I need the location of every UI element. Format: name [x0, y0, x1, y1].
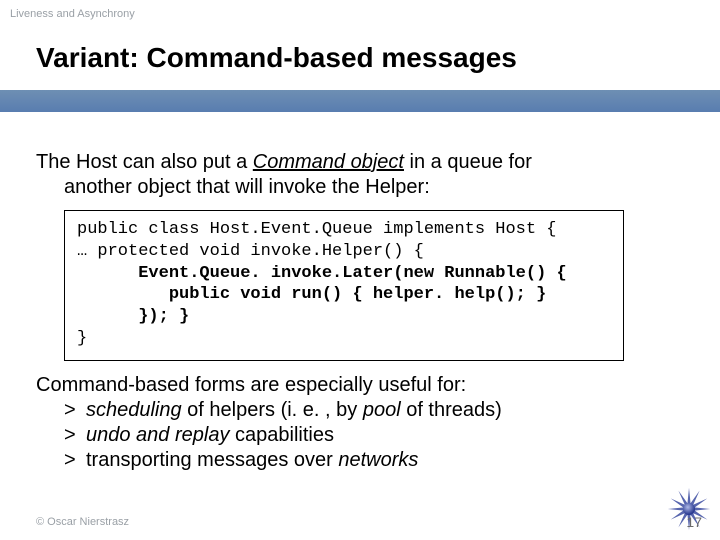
intro-text-pre: The Host can also put a [36, 151, 253, 173]
bullet-text: transporting messages over networks [86, 448, 418, 473]
intro-text-post: in a queue for [404, 151, 532, 173]
code-line-4: public void run() { helper. help(); } [77, 285, 546, 304]
bullet-marker: > [64, 398, 86, 423]
code-line-6: } [77, 329, 87, 348]
bullet-item: > transporting messages over networks [64, 448, 684, 473]
code-line-5: }); } [77, 307, 189, 326]
bullet-mid: transporting messages over [86, 449, 338, 471]
bullet-item: > scheduling of helpers (i. e. , by pool… [64, 398, 684, 423]
outro-text: Command-based forms are especially usefu… [36, 373, 684, 398]
bullet-text: undo and replay capabilities [86, 423, 334, 448]
bullet-marker: > [64, 448, 86, 473]
title-underline-band [0, 90, 720, 112]
bullet-italic: networks [338, 449, 418, 471]
bullet-marker: > [64, 423, 86, 448]
code-block: public class Host.Event.Queue implements… [64, 210, 624, 361]
page-number: 17 [686, 514, 702, 530]
code-line-3: Event.Queue. invoke.Later(new Runnable()… [77, 264, 567, 283]
code-line-2: … protected void invoke.Helper() { [77, 242, 424, 261]
bullet-post: of threads) [401, 399, 502, 421]
bullet-mid: of helpers (i. e. , by [182, 399, 363, 421]
slide-title: Variant: Command-based messages [36, 42, 517, 74]
bullet-italic: undo and replay [86, 424, 229, 446]
bullet-text: scheduling of helpers (i. e. , by pool o… [86, 398, 502, 423]
slide-topic: Liveness and Asynchrony [10, 8, 135, 20]
intro-text-line2: another object that will invoke the Help… [64, 175, 684, 200]
slide-body: The Host can also put a Command object i… [36, 150, 684, 473]
bullet-mid: capabilities [229, 424, 334, 446]
slide: Liveness and Asynchrony Variant: Command… [0, 0, 720, 540]
intro-paragraph: The Host can also put a Command object i… [36, 150, 684, 200]
bullet-italic-2: pool [363, 399, 401, 421]
footer-copyright: © Oscar Nierstrasz [36, 516, 129, 528]
bullet-list: > scheduling of helpers (i. e. , by pool… [64, 398, 684, 473]
intro-command-object: Command object [253, 151, 404, 173]
code-line-1: public class Host.Event.Queue implements… [77, 220, 556, 239]
bullet-italic: scheduling [86, 399, 182, 421]
bullet-item: > undo and replay capabilities [64, 423, 684, 448]
